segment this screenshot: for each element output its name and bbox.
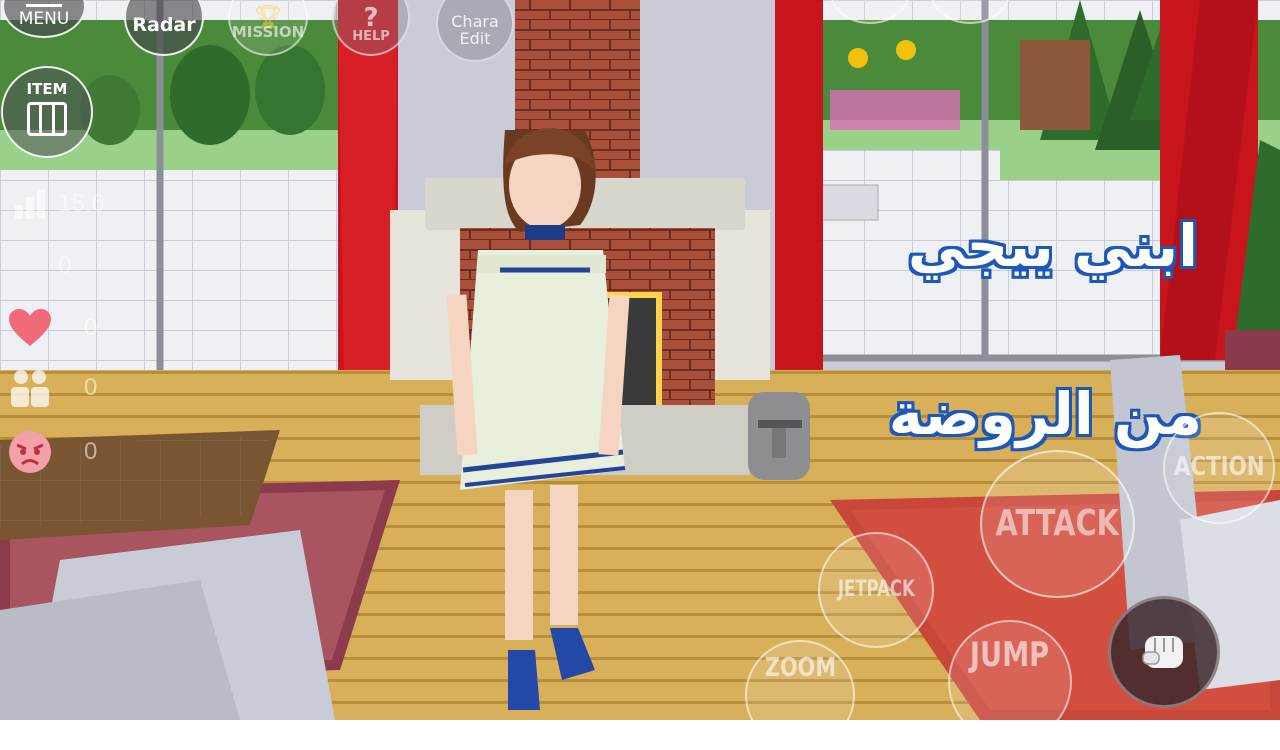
love-stat: 0: [6, 306, 121, 350]
friends-icon: [6, 366, 54, 410]
love-value: 0: [84, 314, 98, 341]
level-bars-icon: [6, 182, 54, 226]
jump-label: JUMP: [970, 635, 1050, 676]
jetpack-label: JETPACK: [837, 577, 915, 603]
fist-icon: [1142, 636, 1183, 668]
menu-label: MENU: [18, 8, 70, 29]
heart-icon: [6, 306, 54, 350]
jetpack-button[interactable]: JETPACK: [818, 532, 934, 648]
attack-button[interactable]: ATTACK: [980, 450, 1135, 598]
item-button[interactable]: ITEM: [1, 66, 93, 158]
anger-value: 0: [84, 438, 98, 465]
jump-button[interactable]: JUMP: [948, 620, 1072, 744]
moai-statue: [748, 392, 810, 480]
game-scene: [0, 0, 1280, 720]
level-stat: 15.6: [6, 182, 121, 226]
bag-icon: [27, 101, 67, 136]
zoom-label: ZOOM: [764, 653, 836, 684]
help-label: HELP: [352, 28, 390, 44]
angry-face-icon: [6, 430, 54, 474]
menu-icon: [26, 3, 62, 7]
caption-line-2: من الروضة: [888, 380, 1202, 448]
money-stat: 0: [6, 244, 121, 288]
radar-label: Radar: [132, 14, 196, 37]
question-icon: ?: [363, 2, 379, 33]
friends-stat: 0: [6, 366, 121, 410]
friends-value: 0: [84, 374, 98, 401]
zoom-button[interactable]: ZOOM: [745, 640, 855, 750]
attack-label: ATTACK: [995, 503, 1120, 545]
anger-stat: 0: [6, 430, 121, 474]
mission-label: MISSION: [231, 22, 305, 41]
punch-button[interactable]: [1108, 596, 1220, 708]
action-button[interactable]: ACTION: [1163, 412, 1275, 524]
caption-line-1: ابني ييجي: [907, 212, 1198, 280]
chara-edit-label-2: Edit: [459, 29, 491, 48]
money-value: 0: [58, 252, 72, 279]
level-value: 15.6: [58, 190, 105, 217]
action-label: ACTION: [1173, 452, 1265, 483]
item-label: ITEM: [26, 80, 68, 99]
money-icon: [6, 244, 54, 288]
